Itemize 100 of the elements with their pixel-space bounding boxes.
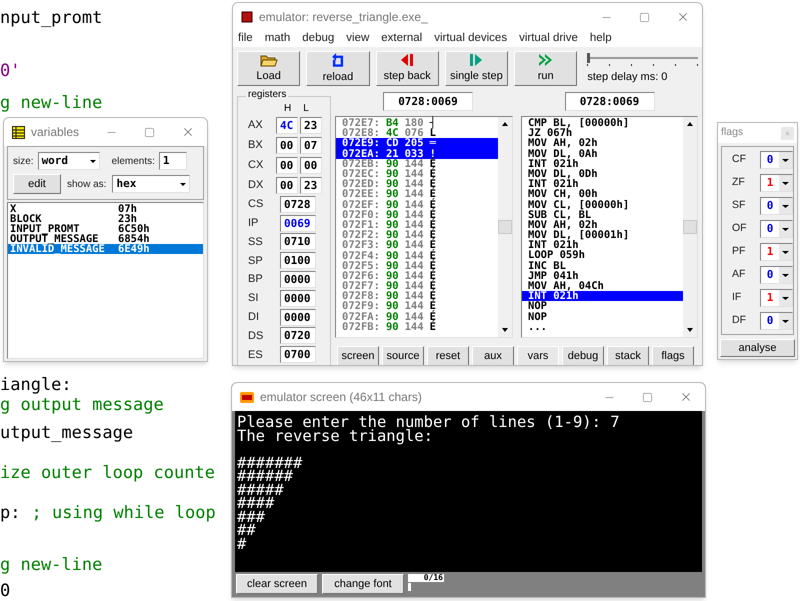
memory-row[interactable]: 072E9: CD 205 ═ bbox=[336, 138, 498, 149]
flag-dropdown[interactable]: 0 bbox=[760, 220, 793, 238]
instruction-row[interactable]: MOV DL, [00001h] bbox=[522, 230, 683, 240]
memory-row[interactable]: 072EF: 90 144 É bbox=[336, 200, 498, 210]
register-field[interactable]: 0100 bbox=[280, 252, 316, 270]
instruction-row[interactable]: CMP BL, [00000h] bbox=[522, 118, 683, 128]
register-field[interactable]: 00 bbox=[276, 176, 298, 194]
register-field[interactable]: 23 bbox=[300, 176, 322, 194]
scroll-thumb[interactable] bbox=[498, 220, 512, 234]
menu-item[interactable]: virtual devices bbox=[434, 30, 508, 48]
memory-row[interactable]: 072F0: 90 144 É bbox=[336, 210, 498, 220]
variable-row[interactable]: INVALID_MESSAGE 6E49h bbox=[8, 244, 203, 254]
instruction-row[interactable]: MOV AH, 02h bbox=[522, 138, 683, 149]
register-field[interactable]: 00 bbox=[276, 156, 298, 174]
change-font-button[interactable]: change font bbox=[322, 574, 404, 594]
flag-dropdown[interactable]: 0 bbox=[760, 266, 793, 284]
panel-button[interactable]: reset bbox=[427, 346, 469, 365]
scroll-thumb[interactable] bbox=[683, 220, 697, 234]
memory-row[interactable]: 072F3: 90 144 É bbox=[336, 240, 498, 250]
instruction-row[interactable]: MOV DL, 0Ah bbox=[522, 148, 683, 159]
register-field[interactable]: 07 bbox=[300, 136, 322, 154]
menu-item[interactable]: debug bbox=[302, 30, 334, 48]
instruction-row[interactable]: MOV AH, 02h bbox=[522, 220, 683, 230]
instruction-row[interactable]: ... bbox=[522, 322, 683, 332]
memory-row[interactable]: 072F6: 90 144 É bbox=[336, 270, 498, 281]
menu-item[interactable]: external bbox=[381, 30, 422, 48]
register-field[interactable]: 0000 bbox=[280, 271, 316, 288]
variable-row[interactable]: INPUT_PROMT 6C50h bbox=[8, 224, 203, 234]
memory-row[interactable]: 072EE: 90 144 É bbox=[336, 189, 498, 200]
memory-row[interactable]: 072E8: 4C 076 L bbox=[336, 128, 498, 138]
flag-dropdown[interactable]: 1 bbox=[760, 174, 793, 192]
maximize-icon[interactable] bbox=[639, 12, 650, 22]
register-field[interactable]: 0000 bbox=[280, 290, 316, 307]
register-field[interactable]: 0069 bbox=[280, 214, 316, 232]
panel-button[interactable]: aux bbox=[472, 346, 514, 365]
instruction-row[interactable]: INC BL bbox=[522, 260, 683, 271]
register-field[interactable]: 00 bbox=[300, 156, 322, 174]
disassembly-list[interactable] bbox=[521, 116, 698, 338]
edit-button[interactable]: edit bbox=[13, 174, 61, 194]
instruction-row[interactable]: INT 021h bbox=[522, 240, 683, 250]
instruction-row[interactable]: MOV AH, 04Ch bbox=[522, 281, 683, 292]
instruction-row[interactable]: NOP bbox=[522, 312, 683, 322]
register-field[interactable]: 4C bbox=[276, 116, 298, 134]
instruction-row[interactable]: INT 021h bbox=[522, 158, 683, 169]
flag-dropdown[interactable]: 1 bbox=[760, 289, 793, 307]
menu-item[interactable]: virtual drive bbox=[519, 30, 578, 48]
maximize-icon[interactable] bbox=[642, 392, 653, 402]
panel-button[interactable]: stack bbox=[607, 346, 649, 365]
menu-item[interactable]: math bbox=[264, 30, 290, 48]
clear-screen-button[interactable]: clear screen bbox=[236, 574, 318, 594]
flag-dropdown[interactable]: 0 bbox=[760, 312, 793, 330]
register-field[interactable]: 0720 bbox=[280, 327, 316, 344]
toolbar-button[interactable]: Load bbox=[237, 51, 300, 86]
instruction-row[interactable]: JZ 067h bbox=[522, 128, 683, 138]
toolbar-button[interactable]: single step bbox=[444, 51, 508, 86]
memory-row[interactable]: 072F4: 90 144 É bbox=[336, 250, 498, 261]
panel-button[interactable]: vars bbox=[517, 346, 559, 365]
register-field[interactable]: 0728 bbox=[280, 196, 316, 213]
elements-field[interactable]: 1 bbox=[158, 152, 187, 170]
instruction-row[interactable]: NOP bbox=[522, 301, 683, 312]
instruction-row[interactable]: MOV DL, 0Dh bbox=[522, 168, 683, 180]
instruction-row[interactable]: SUB CL, BL bbox=[522, 210, 683, 220]
menu-item[interactable]: file bbox=[238, 30, 253, 48]
panel-button[interactable]: flags bbox=[652, 346, 694, 365]
analyse-button[interactable]: analyse bbox=[720, 339, 795, 357]
size-dropdown[interactable]: word bbox=[38, 152, 100, 170]
memory-row[interactable]: 072EA: 21 033 ! bbox=[336, 148, 498, 159]
toolbar-button[interactable]: reload bbox=[306, 51, 370, 86]
memory-row[interactable]: 072F5: 90 144 É bbox=[336, 260, 498, 271]
panel-button[interactable]: debug bbox=[562, 346, 604, 365]
variable-row[interactable]: OUTPUT_MESSAGE 6854h bbox=[8, 234, 203, 244]
address-field[interactable]: 0728:0069 bbox=[564, 92, 654, 111]
register-field[interactable]: 0700 bbox=[280, 346, 316, 364]
panel-button[interactable]: source bbox=[382, 346, 424, 365]
memory-list[interactable] bbox=[335, 116, 513, 338]
flag-dropdown[interactable]: 1 bbox=[760, 243, 793, 261]
variables-list[interactable]: X 07h BLOCK 23h INPUT_PROMT 6C50h OUTPUT_MESSAGE 6854h INVALID_MESSAGE 6E49h bbox=[7, 202, 204, 359]
memory-row[interactable]: 072E7: B4 180 ┤ bbox=[336, 118, 498, 128]
maximize-icon[interactable] bbox=[144, 126, 155, 138]
address-field[interactable]: 0728:0069 bbox=[383, 92, 473, 111]
menu-item[interactable]: help bbox=[590, 30, 612, 48]
scrollbar[interactable] bbox=[683, 117, 697, 337]
flag-dropdown[interactable]: 0 bbox=[760, 197, 793, 215]
instruction-row[interactable]: INT 021h bbox=[522, 179, 683, 190]
memory-row[interactable]: 072FA: 90 144 É bbox=[336, 312, 498, 322]
instruction-row[interactable]: MOV CH, 00h bbox=[522, 189, 683, 200]
panel-button[interactable]: screen bbox=[337, 346, 379, 365]
register-field[interactable]: 00 bbox=[276, 136, 298, 154]
delay-slider[interactable] bbox=[587, 53, 698, 67]
register-field[interactable]: 23 bbox=[300, 116, 322, 134]
toolbar-button[interactable]: run bbox=[514, 51, 578, 86]
variable-row[interactable]: X 07h bbox=[8, 204, 203, 214]
slider-thumb[interactable] bbox=[587, 53, 590, 63]
instruction-row[interactable]: INT 021h bbox=[522, 291, 683, 302]
register-field[interactable]: 0710 bbox=[280, 233, 316, 250]
instruction-row[interactable]: LOOP 059h bbox=[522, 250, 683, 261]
toolbar-button[interactable]: step back bbox=[376, 51, 439, 86]
instruction-row[interactable]: MOV CL, [00000h] bbox=[522, 200, 683, 210]
memory-row[interactable]: 072FB: 90 144 É bbox=[336, 322, 498, 332]
variable-row[interactable]: BLOCK 23h bbox=[8, 214, 203, 224]
